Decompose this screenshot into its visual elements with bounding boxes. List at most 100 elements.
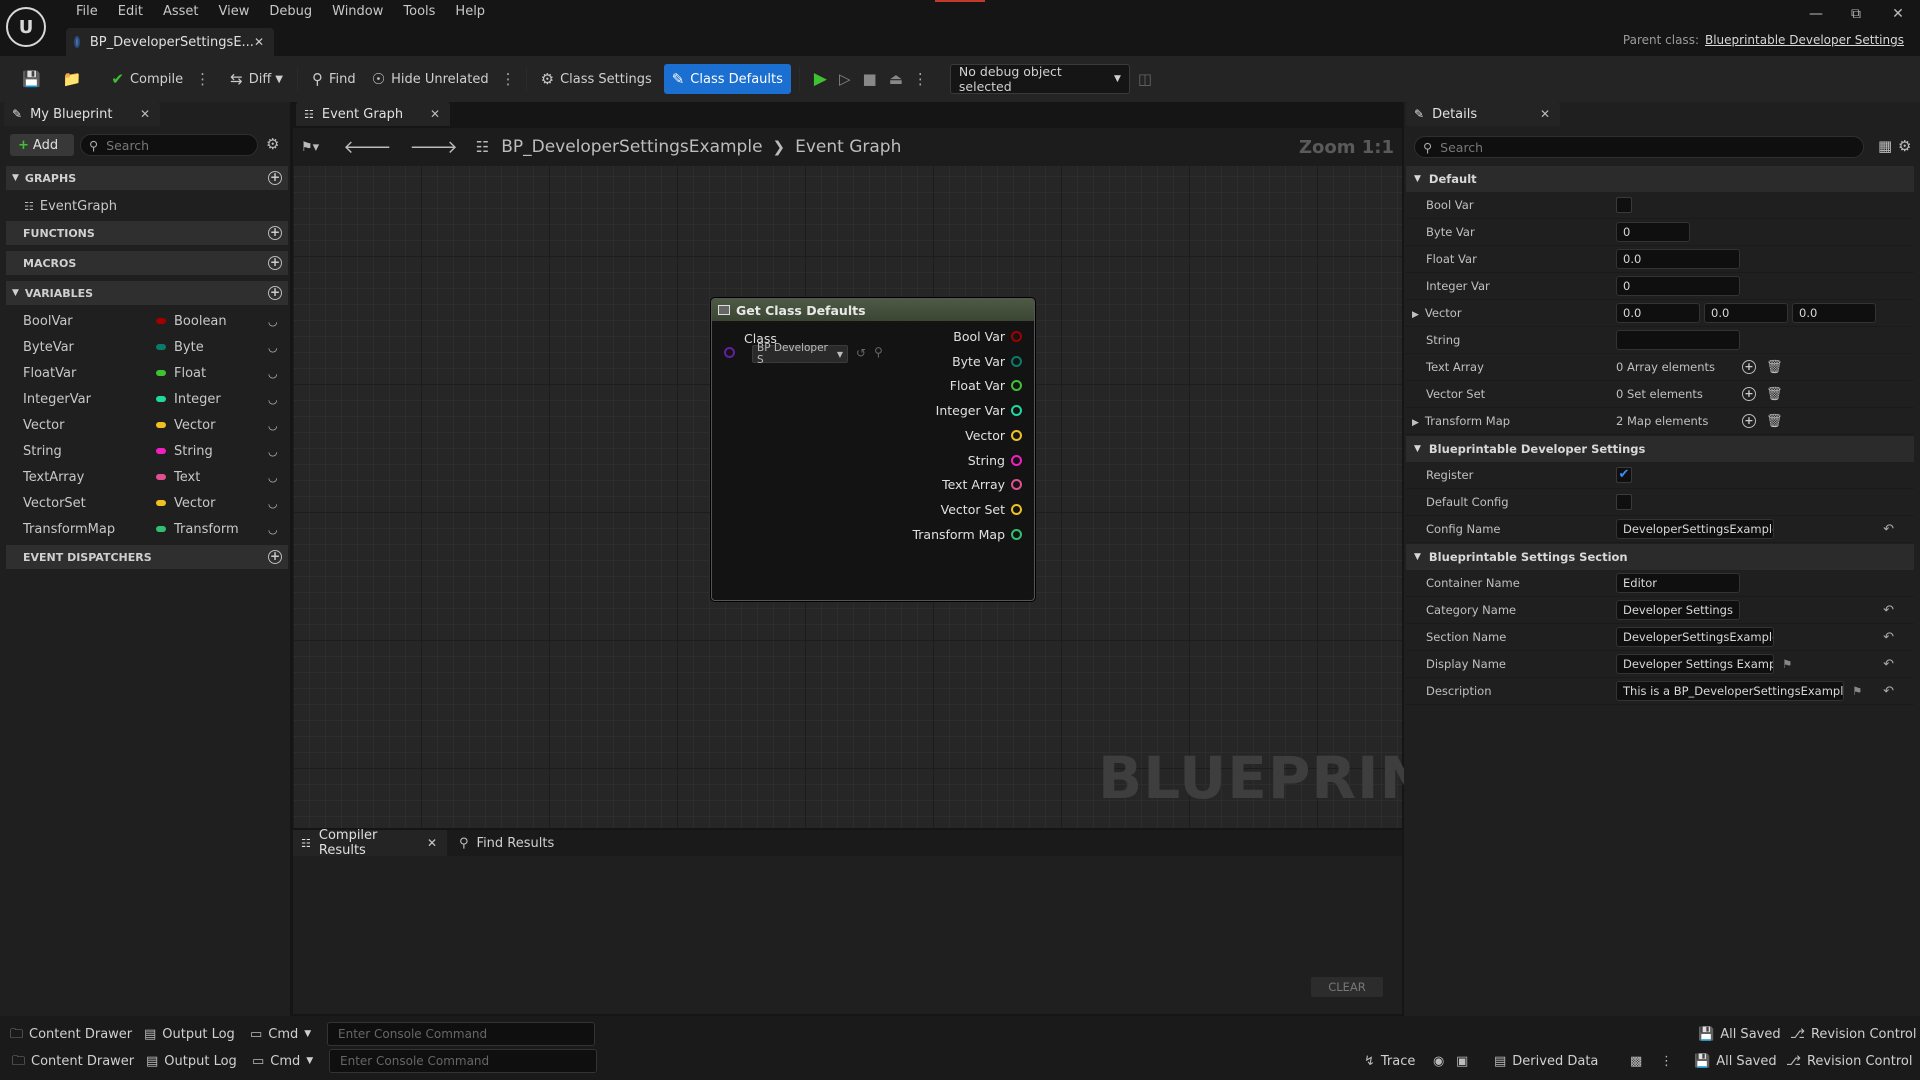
details-section-developer-settings[interactable]: ▼ Blueprintable Developer Settings: [1406, 436, 1914, 462]
close-tab-icon[interactable]: ✕: [1540, 107, 1550, 121]
reset-icon[interactable]: ↶: [1883, 603, 1894, 618]
event-graph-tab[interactable]: ☷ Event Graph ✕: [296, 102, 450, 126]
vector-x-input[interactable]: 0.0: [1616, 303, 1700, 323]
debug-filter-button[interactable]: ◫: [1130, 64, 1166, 94]
config-name-input[interactable]: DeveloperSettingsExample: [1616, 519, 1774, 539]
output-pin[interactable]: Float Var: [950, 378, 1022, 393]
container-name-input[interactable]: Editor: [1616, 573, 1740, 593]
pin-connector-icon[interactable]: [1011, 503, 1022, 515]
add-element-icon[interactable]: +: [1742, 360, 1756, 374]
section-variables[interactable]: ▼ VARIABLES +: [6, 281, 288, 305]
output-pin[interactable]: Byte Var: [952, 354, 1022, 369]
stop-button[interactable]: ■: [857, 64, 883, 94]
vector-z-input[interactable]: 0.0: [1792, 303, 1876, 323]
output-pin[interactable]: String: [968, 453, 1022, 468]
add-variable-icon[interactable]: +: [268, 286, 282, 300]
details-search-input[interactable]: ⚲ Search: [1414, 136, 1864, 158]
localize-flag-icon[interactable]: ⚑: [1782, 657, 1792, 671]
section-event-dispatchers[interactable]: EVENT DISPATCHERS +: [6, 545, 288, 569]
pin-connector-icon[interactable]: [1011, 479, 1022, 491]
trace-button[interactable]: ↯ Trace: [1364, 1048, 1415, 1074]
visibility-eye-icon[interactable]: ◡: [268, 419, 288, 432]
pin-connector-icon[interactable]: [1011, 405, 1022, 417]
hide-unrelated-button[interactable]: ☉ Hide Unrelated: [364, 64, 497, 94]
visibility-eye-icon[interactable]: ◡: [268, 445, 288, 458]
document-tab[interactable]: BP_DeveloperSettingsE... ✕: [66, 28, 274, 56]
output-pin[interactable]: Integer Var: [936, 403, 1022, 418]
reset-icon[interactable]: ↶: [1883, 630, 1894, 645]
menu-tools[interactable]: Tools: [393, 3, 445, 21]
output-log-button[interactable]: ▤ Output Log: [146, 1048, 237, 1074]
revision-control-button[interactable]: ⎇ Revision Control: [1786, 1048, 1912, 1074]
menu-window[interactable]: Window: [322, 3, 393, 21]
variable-item[interactable]: FloatVar Float ◡: [6, 360, 288, 386]
all-saved-button[interactable]: 💾 All Saved: [1698, 1021, 1781, 1047]
table-view-icon[interactable]: ▦: [1878, 137, 1892, 155]
details-tab[interactable]: ✎ Details ✕: [1406, 102, 1560, 126]
byte-var-input[interactable]: 0: [1616, 222, 1690, 242]
find-results-tab[interactable]: ⚲ Find Results: [447, 830, 554, 856]
cmd-select[interactable]: ▭ Cmd ▼: [252, 1048, 313, 1074]
derived-data-button[interactable]: ▤ Derived Data: [1494, 1048, 1598, 1074]
my-blueprint-tab[interactable]: ✎ My Blueprint ✕: [4, 102, 160, 126]
console-input[interactable]: Enter Console Command: [327, 1022, 595, 1046]
chevron-right-icon[interactable]: ▶: [1412, 418, 1419, 428]
diff-button[interactable]: ⇆ Diff ▼: [222, 64, 291, 94]
screenshot-button[interactable]: ▣: [1456, 1048, 1474, 1074]
pin-connector-icon[interactable]: [1011, 429, 1022, 441]
stats-button[interactable]: ▩: [1630, 1048, 1648, 1074]
variable-item[interactable]: IntegerVar Integer ◡: [6, 386, 288, 412]
description-input[interactable]: This is a BP_DeveloperSettingsExample c: [1616, 681, 1844, 701]
close-tab-icon[interactable]: ✕: [430, 107, 440, 121]
details-section-settings-section[interactable]: ▼ Blueprintable Settings Section: [1406, 544, 1914, 570]
save-button[interactable]: 💾: [14, 64, 55, 94]
register-checkbox[interactable]: ✔: [1616, 467, 1632, 483]
variable-item[interactable]: BoolVar Boolean ◡: [6, 308, 288, 334]
output-pin[interactable]: Text Array: [942, 477, 1022, 492]
close-tab-icon[interactable]: ✕: [427, 836, 437, 850]
string-input[interactable]: [1616, 330, 1740, 350]
variable-item[interactable]: TransformMap Transform ◡: [6, 516, 288, 542]
restore-icon[interactable]: ⧉: [1846, 6, 1866, 26]
add-element-icon[interactable]: +: [1742, 387, 1756, 401]
browse-button[interactable]: 📁: [55, 64, 96, 94]
graph-item-eventgraph[interactable]: ☷ EventGraph: [6, 193, 288, 219]
class-input-pin[interactable]: [724, 347, 735, 358]
default-config-checkbox[interactable]: [1616, 494, 1632, 510]
record-button[interactable]: ◉: [1433, 1048, 1450, 1074]
visibility-eye-icon[interactable]: ◡: [268, 497, 288, 510]
breadcrumb-root[interactable]: BP_DeveloperSettingsExample: [501, 137, 762, 157]
add-element-icon[interactable]: +: [1742, 414, 1756, 428]
hide-unrelated-options-icon[interactable]: ⋮: [497, 70, 520, 88]
trash-icon[interactable]: 🗑: [1766, 387, 1783, 402]
output-log-button[interactable]: ▤ Output Log: [144, 1021, 235, 1047]
pin-connector-icon[interactable]: [1011, 528, 1022, 540]
step-button[interactable]: ▷: [833, 64, 857, 94]
play-options-icon[interactable]: ⋮: [909, 70, 932, 88]
output-pin[interactable]: Bool Var: [953, 329, 1022, 344]
close-tab-icon[interactable]: ✕: [140, 107, 150, 121]
output-pin[interactable]: Vector Set: [941, 502, 1022, 517]
add-button[interactable]: + Add: [10, 134, 74, 156]
search-icon[interactable]: ⚲: [874, 345, 883, 359]
clear-button[interactable]: CLEAR: [1311, 977, 1383, 997]
breadcrumb-leaf[interactable]: Event Graph: [795, 137, 901, 157]
section-graphs[interactable]: ▼ GRAPHS +: [6, 166, 288, 190]
debug-object-select[interactable]: No debug object selected ▼: [949, 64, 1130, 94]
forward-arrow-icon[interactable]: 🡒: [409, 137, 457, 158]
get-class-defaults-node[interactable]: Get Class Defaults Class BP Developer S …: [711, 298, 1035, 601]
section-name-input[interactable]: DeveloperSettingsExample: [1616, 627, 1774, 647]
close-tab-icon[interactable]: ✕: [254, 35, 264, 49]
class-defaults-button[interactable]: ✎ Class Defaults: [663, 64, 791, 94]
menu-debug[interactable]: Debug: [259, 3, 322, 21]
section-functions[interactable]: FUNCTIONS +: [6, 221, 288, 245]
parent-class-link[interactable]: Blueprintable Developer Settings: [1705, 33, 1904, 47]
status-options-icon[interactable]: ⋮: [1660, 1048, 1679, 1074]
output-pin[interactable]: Transform Map: [912, 527, 1022, 542]
visibility-eye-icon[interactable]: ◡: [268, 471, 288, 484]
menu-help[interactable]: Help: [445, 3, 495, 21]
menu-file[interactable]: File: [66, 3, 108, 21]
variable-item[interactable]: Vector Vector ◡: [6, 412, 288, 438]
content-drawer-button[interactable]: 🗀 Content Drawer: [12, 1048, 134, 1074]
pin-connector-icon[interactable]: [1011, 331, 1022, 342]
